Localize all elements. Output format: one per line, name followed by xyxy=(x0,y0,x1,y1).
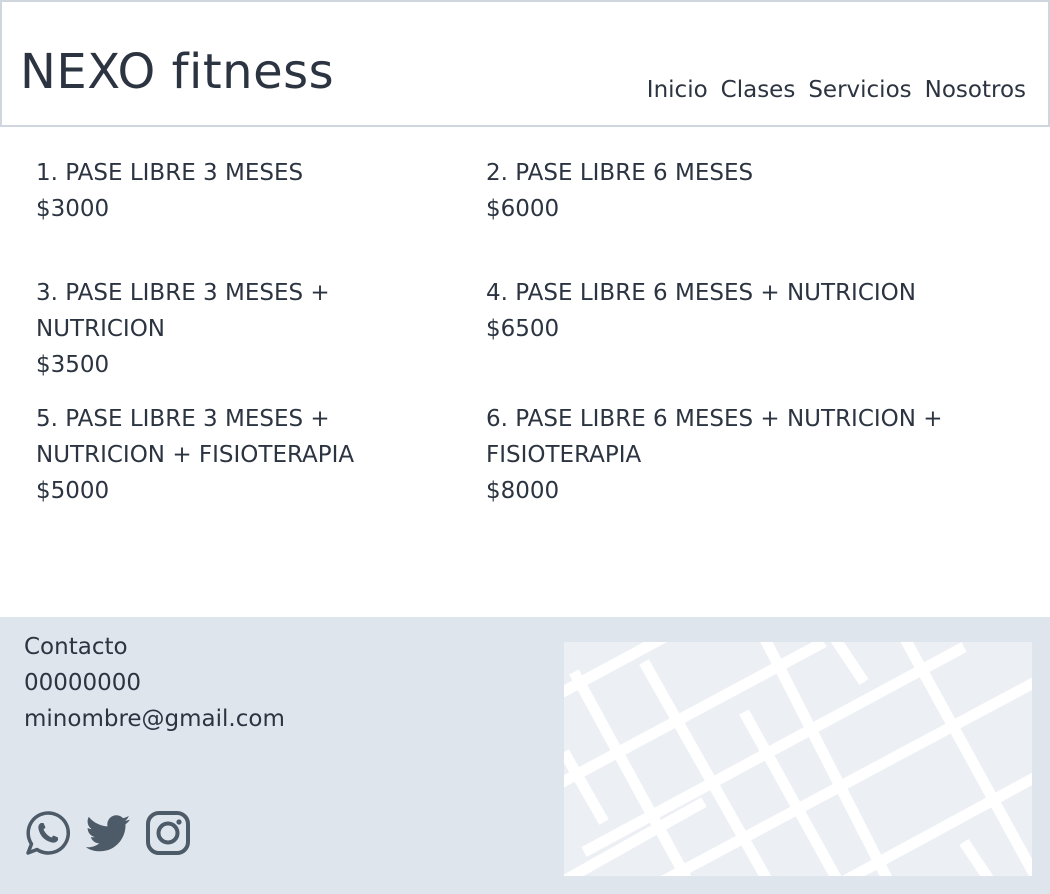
whatsapp-icon[interactable] xyxy=(24,809,72,857)
contact-email[interactable]: minombre@gmail.com xyxy=(24,701,285,737)
map-streets xyxy=(564,642,1032,876)
plan-title: 4. PASE LIBRE 6 MESES + NUTRICION xyxy=(486,280,916,306)
plan-title: 6. PASE LIBRE 6 MESES + NUTRICION + FISI… xyxy=(486,406,943,468)
plan-item: 4. PASE LIBRE 6 MESES + NUTRICION $6500 xyxy=(486,275,1006,347)
nav-link-inicio[interactable]: Inicio xyxy=(647,74,708,106)
plan-price: $6000 xyxy=(486,196,560,222)
plan-title: 5. PASE LIBRE 3 MESES + NUTRICION + FISI… xyxy=(36,406,355,468)
brand-logo-text[interactable]: NEXO fitness xyxy=(20,42,334,102)
nav-link-nosotros[interactable]: Nosotros xyxy=(925,74,1026,106)
site-header: NEXO fitness Inicio Clases Servicios Nos… xyxy=(0,0,1050,127)
plan-title: 1. PASE LIBRE 3 MESES xyxy=(36,160,304,186)
twitter-icon[interactable] xyxy=(84,809,132,857)
plan-item: 2. PASE LIBRE 6 MESES $6000 xyxy=(486,155,1006,227)
plan-price: $3500 xyxy=(36,352,110,378)
plan-price: $3000 xyxy=(36,196,110,222)
plan-item: 6. PASE LIBRE 6 MESES + NUTRICION + FISI… xyxy=(486,401,986,509)
instagram-icon[interactable] xyxy=(144,809,192,857)
plans-section: 1. PASE LIBRE 3 MESES $3000 2. PASE LIBR… xyxy=(0,127,1050,617)
plan-item: 5. PASE LIBRE 3 MESES + NUTRICION + FISI… xyxy=(36,401,436,509)
plan-price: $8000 xyxy=(486,478,560,504)
plan-item: 1. PASE LIBRE 3 MESES $3000 xyxy=(36,155,456,227)
main-nav: Inicio Clases Servicios Nosotros xyxy=(647,74,1026,106)
plan-title: 2. PASE LIBRE 6 MESES xyxy=(486,160,754,186)
social-links xyxy=(24,809,192,857)
site-footer: Contacto 00000000 minombre@gmail.com xyxy=(0,617,1050,894)
nav-link-clases[interactable]: Clases xyxy=(721,74,796,106)
nav-link-servicios[interactable]: Servicios xyxy=(808,74,911,106)
plan-title: 3. PASE LIBRE 3 MESES + NUTRICION xyxy=(36,280,330,342)
plan-item: 3. PASE LIBRE 3 MESES + NUTRICION $3500 xyxy=(36,275,366,383)
plan-price: $6500 xyxy=(486,316,560,342)
location-map[interactable] xyxy=(564,642,1032,876)
contact-phone[interactable]: 00000000 xyxy=(24,665,141,701)
contact-heading: Contacto xyxy=(24,634,128,660)
plan-price: $5000 xyxy=(36,478,110,504)
